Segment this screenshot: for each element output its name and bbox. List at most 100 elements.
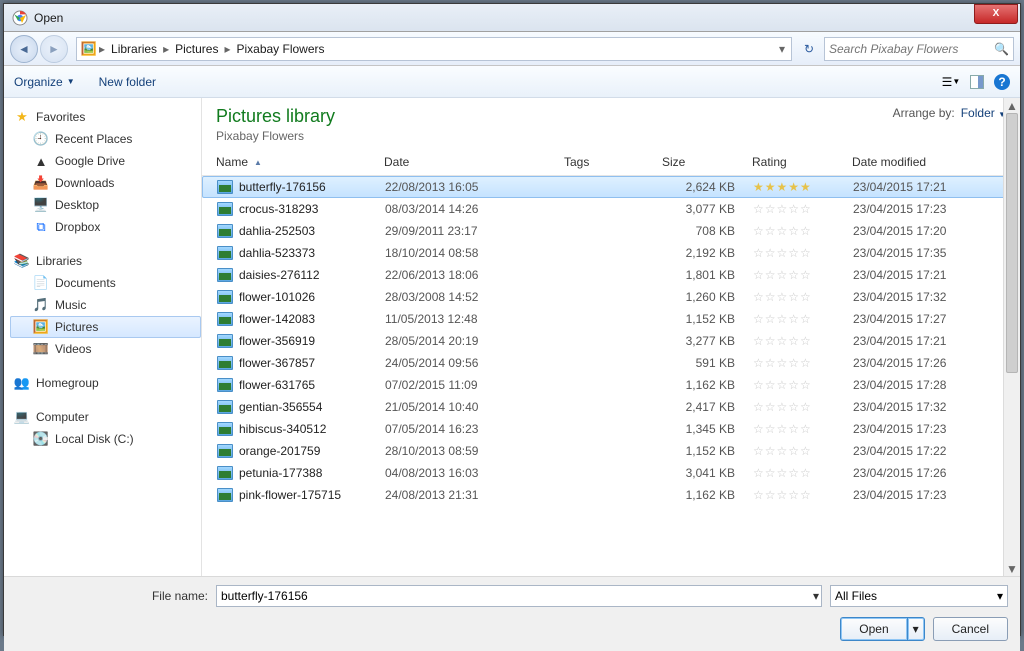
- scroll-up-icon[interactable]: ▲: [1004, 98, 1020, 113]
- sidebar-item-music[interactable]: 🎵Music: [10, 294, 201, 316]
- col-date[interactable]: Date: [384, 155, 564, 169]
- file-modified: 23/04/2015 17:22: [853, 444, 1005, 458]
- image-file-icon: [217, 488, 233, 502]
- breadcrumb-segment[interactable]: Libraries: [107, 42, 161, 56]
- chevron-right-icon[interactable]: ▸: [222, 42, 232, 56]
- breadcrumb-segment[interactable]: Pictures: [171, 42, 222, 56]
- file-row[interactable]: daisies-27611222/06/2013 18:061,801 KB☆☆…: [202, 264, 1020, 286]
- col-name[interactable]: Name▲: [216, 155, 384, 169]
- chevron-down-icon[interactable]: ▾: [997, 589, 1003, 603]
- sidebar-item-desktop[interactable]: 🖥️Desktop: [10, 194, 201, 216]
- file-filter-dropdown[interactable]: All Files ▾: [830, 585, 1008, 607]
- chevron-down-icon[interactable]: ▾: [813, 589, 819, 603]
- file-row[interactable]: crocus-31829308/03/2014 14:263,077 KB☆☆☆…: [202, 198, 1020, 220]
- sidebar-item-localdisk[interactable]: 💽Local Disk (C:): [10, 428, 201, 450]
- search-input[interactable]: [829, 42, 994, 56]
- videos-icon: 🎞️: [33, 341, 49, 357]
- window-title: Open: [34, 11, 63, 25]
- file-row[interactable]: flower-10102628/03/2008 14:521,260 KB☆☆☆…: [202, 286, 1020, 308]
- file-rating[interactable]: ☆☆☆☆☆: [753, 334, 853, 348]
- breadcrumb[interactable]: 🖼️ ▸ Libraries ▸ Pictures ▸ Pixabay Flow…: [76, 37, 792, 61]
- file-rating[interactable]: ☆☆☆☆☆: [753, 356, 853, 370]
- file-date: 04/08/2013 16:03: [385, 466, 565, 480]
- documents-icon: 📄: [33, 275, 49, 291]
- file-rating[interactable]: ☆☆☆☆☆: [753, 246, 853, 260]
- file-row[interactable]: butterfly-17615622/08/2013 16:052,624 KB…: [202, 176, 1020, 198]
- file-rating[interactable]: ☆☆☆☆☆: [753, 312, 853, 326]
- breadcrumb-segment[interactable]: Pixabay Flowers: [232, 42, 328, 56]
- file-row[interactable]: flower-35691928/05/2014 20:193,277 KB☆☆☆…: [202, 330, 1020, 352]
- chevron-right-icon[interactable]: ▸: [161, 42, 171, 56]
- chevron-down-icon[interactable]: ▾: [777, 42, 787, 56]
- music-icon: 🎵: [33, 297, 49, 313]
- chevron-right-icon[interactable]: ▸: [97, 42, 107, 56]
- file-size: 1,801 KB: [663, 268, 753, 282]
- arrange-by-dropdown[interactable]: Folder ▼: [961, 106, 1006, 120]
- sidebar-item-dropbox[interactable]: ⧉Dropbox: [10, 216, 201, 238]
- new-folder-button[interactable]: New folder: [99, 75, 156, 89]
- col-modified[interactable]: Date modified: [852, 155, 1006, 169]
- sidebar-item-documents[interactable]: 📄Documents: [10, 272, 201, 294]
- file-row[interactable]: hibiscus-34051207/05/2014 16:231,345 KB☆…: [202, 418, 1020, 440]
- file-rating[interactable]: ☆☆☆☆☆: [753, 444, 853, 458]
- file-row[interactable]: dahlia-52337318/10/2014 08:582,192 KB☆☆☆…: [202, 242, 1020, 264]
- file-rating[interactable]: ☆☆☆☆☆: [753, 202, 853, 216]
- scroll-thumb[interactable]: [1006, 113, 1018, 373]
- file-rating[interactable]: ☆☆☆☆☆: [753, 488, 853, 502]
- close-button[interactable]: X: [974, 4, 1018, 24]
- homegroup-group[interactable]: 👥Homegroup: [10, 372, 201, 394]
- filename-field[interactable]: ▾: [216, 585, 822, 607]
- file-rating[interactable]: ☆☆☆☆☆: [753, 466, 853, 480]
- file-date: 07/02/2015 11:09: [385, 378, 565, 392]
- file-row[interactable]: flower-36785724/05/2014 09:56591 KB☆☆☆☆☆…: [202, 352, 1020, 374]
- file-row[interactable]: flower-14208311/05/2013 12:481,152 KB☆☆☆…: [202, 308, 1020, 330]
- preview-pane-button[interactable]: [970, 75, 984, 89]
- col-tags[interactable]: Tags: [564, 155, 662, 169]
- filename-input[interactable]: [221, 586, 817, 606]
- sidebar-item-pictures[interactable]: 🖼️Pictures: [10, 316, 201, 338]
- file-row[interactable]: dahlia-25250329/09/2011 23:17708 KB☆☆☆☆☆…: [202, 220, 1020, 242]
- refresh-button[interactable]: ↻: [798, 38, 820, 60]
- organize-menu[interactable]: Organize ▼: [14, 75, 75, 89]
- file-rating[interactable]: ☆☆☆☆☆: [753, 224, 853, 238]
- cancel-button[interactable]: Cancel: [933, 617, 1008, 641]
- sidebar-item-downloads[interactable]: 📥Downloads: [10, 172, 201, 194]
- forward-button[interactable]: ►: [40, 35, 68, 63]
- libraries-group[interactable]: 📚Libraries: [10, 250, 201, 272]
- image-file-icon: [217, 246, 233, 260]
- file-rating[interactable]: ☆☆☆☆☆: [753, 290, 853, 304]
- file-date: 22/06/2013 18:06: [385, 268, 565, 282]
- file-rating[interactable]: ★★★★★: [753, 180, 853, 194]
- titlebar[interactable]: Open X: [4, 4, 1020, 32]
- vertical-scrollbar[interactable]: ▲ ▼: [1003, 98, 1020, 576]
- file-name: orange-201759: [239, 444, 320, 458]
- file-rating[interactable]: ☆☆☆☆☆: [753, 378, 853, 392]
- search-box[interactable]: 🔍: [824, 37, 1014, 61]
- col-rating[interactable]: Rating: [752, 155, 852, 169]
- col-size[interactable]: Size: [662, 155, 752, 169]
- back-button[interactable]: ◄: [10, 35, 38, 63]
- file-modified: 23/04/2015 17:23: [853, 202, 1005, 216]
- file-row[interactable]: gentian-35655421/05/2014 10:402,417 KB☆☆…: [202, 396, 1020, 418]
- sidebar-item-gdrive[interactable]: ▲Google Drive: [10, 150, 201, 172]
- file-name: butterfly-176156: [239, 180, 326, 194]
- file-modified: 23/04/2015 17:27: [853, 312, 1005, 326]
- file-rating[interactable]: ☆☆☆☆☆: [753, 422, 853, 436]
- file-row[interactable]: flower-63176507/02/2015 11:091,162 KB☆☆☆…: [202, 374, 1020, 396]
- view-menu[interactable]: ☰ ▼: [942, 73, 960, 91]
- filename-label: File name:: [16, 589, 208, 603]
- file-row[interactable]: pink-flower-17571524/08/2013 21:311,162 …: [202, 484, 1020, 506]
- open-button[interactable]: Open: [840, 617, 906, 641]
- file-rating[interactable]: ☆☆☆☆☆: [753, 268, 853, 282]
- favorites-group[interactable]: ★Favorites: [10, 106, 201, 128]
- desktop-icon: 🖥️: [33, 197, 49, 213]
- scroll-down-icon[interactable]: ▼: [1004, 561, 1020, 576]
- help-button[interactable]: ?: [994, 74, 1010, 90]
- file-row[interactable]: petunia-17738804/08/2013 16:033,041 KB☆☆…: [202, 462, 1020, 484]
- file-rating[interactable]: ☆☆☆☆☆: [753, 400, 853, 414]
- computer-group[interactable]: 💻Computer: [10, 406, 201, 428]
- open-dropdown[interactable]: ▾: [907, 617, 925, 641]
- sidebar-item-videos[interactable]: 🎞️Videos: [10, 338, 201, 360]
- file-row[interactable]: orange-20175928/10/2013 08:591,152 KB☆☆☆…: [202, 440, 1020, 462]
- sidebar-item-recent[interactable]: 🕘Recent Places: [10, 128, 201, 150]
